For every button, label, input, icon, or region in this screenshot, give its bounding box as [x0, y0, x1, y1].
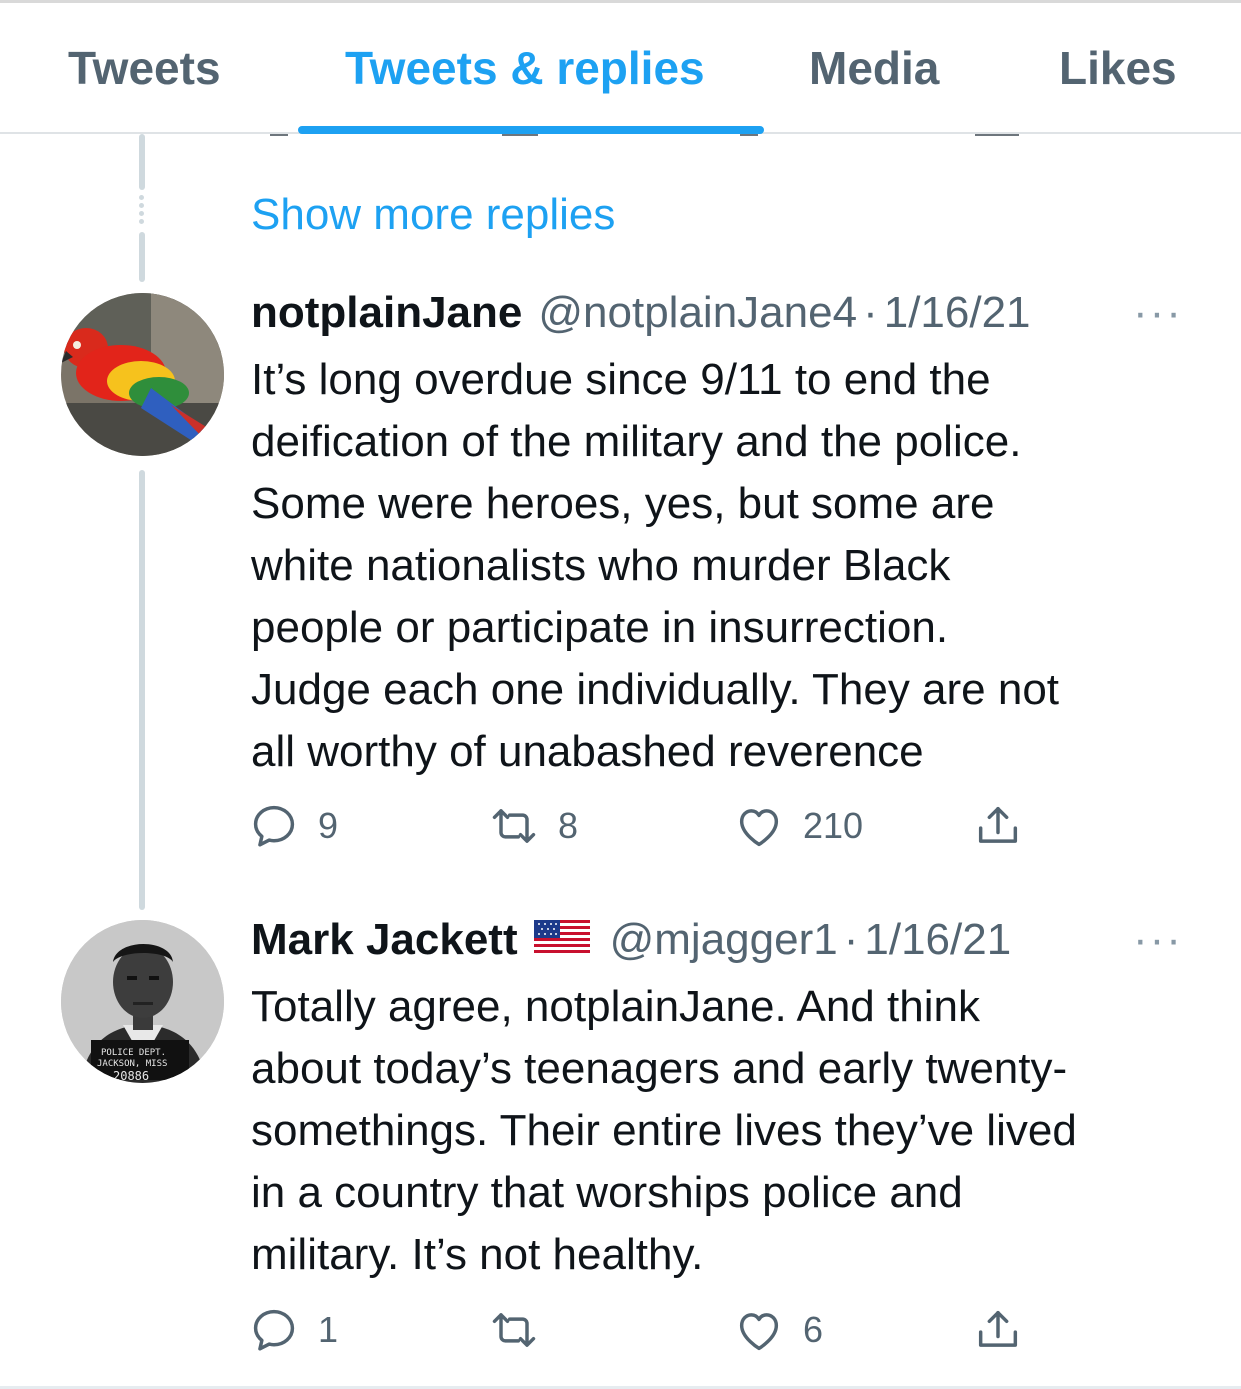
tweet-text-line: military. It’s not healthy. [251, 1230, 704, 1279]
tweet-text-line: people or participate in insurrection. [251, 603, 949, 652]
reply-count: 1 [318, 1309, 339, 1350]
heart-icon [739, 809, 779, 847]
retweet-icon [492, 809, 536, 843]
more-options-icon[interactable]: ··· [1133, 915, 1183, 965]
placard-line-1: POLICE DEPT. [101, 1048, 166, 1058]
reply-icon [253, 1309, 295, 1351]
placard-line-2: JACKSON, MISS [97, 1059, 167, 1069]
retweet-button[interactable]: 8 [488, 800, 578, 852]
tweet-actions: 1 6 [0, 1304, 1241, 1364]
tweet-header: notplainJane @notplainJane4 · 1/16/21 [251, 288, 1031, 338]
tweet-text-line: Totally agree, notplainJane. And think [251, 982, 980, 1031]
share-button[interactable] [972, 1304, 1024, 1356]
avatar[interactable]: POLICE DEPT. JACKSON, MISS 20886 [61, 920, 224, 1083]
handle[interactable]: @mjagger1 [610, 915, 838, 965]
profile-tabs: Tweets Tweets & replies Media Likes [0, 3, 1241, 134]
tweet-text-line: in a country that worships police and [251, 1168, 963, 1217]
handle[interactable]: @notplainJane4 [538, 288, 857, 338]
reply-button[interactable]: 1 [248, 1304, 338, 1356]
retweet-button[interactable] [488, 1304, 558, 1356]
tweet-text-line: all worthy of unabashed reverence [251, 727, 924, 776]
thread-line-top [139, 134, 145, 190]
tweet-text-line: white nationalists who murder Black [251, 541, 951, 590]
more-options-icon[interactable]: ··· [1133, 288, 1183, 338]
like-count: 210 [803, 805, 864, 846]
tweet-text-line: somethings. Their entire lives they’ve l… [251, 1106, 1077, 1155]
timestamp[interactable]: 1/16/21 [884, 288, 1031, 338]
tweet-actions: 9 8 210 [0, 800, 1241, 860]
tab-tweets-and-replies[interactable]: Tweets & replies [345, 41, 705, 95]
like-count: 6 [803, 1309, 824, 1350]
heart-icon [739, 1313, 779, 1351]
like-button[interactable]: 210 [733, 800, 863, 852]
separator: · [863, 288, 878, 337]
tweet-text-line: Some were heroes, yes, but some are [251, 479, 995, 528]
reply-button[interactable]: 9 [248, 800, 338, 852]
tweet-text-line: Judge each one individually. They are no… [251, 665, 1060, 714]
placard-line-3: 20886 [113, 1069, 149, 1083]
display-name[interactable]: Mark Jackett [251, 915, 518, 965]
share-icon [978, 806, 1018, 843]
thread-line-upper [139, 232, 145, 282]
display-name[interactable]: notplainJane [251, 288, 522, 338]
retweet-count: 8 [558, 805, 579, 846]
tweet-text-line: about today’s teenagers and early twenty… [251, 1044, 1068, 1093]
tweet-text: It’s long overdue since 9/11 to end the … [251, 349, 1201, 783]
active-tab-indicator [298, 126, 764, 134]
us-flag-icon [533, 915, 590, 965]
separator: · [843, 915, 859, 964]
share-button[interactable] [972, 800, 1024, 852]
tweet-header: Mark Jackett @mjagger1 · 1/16/21 [251, 915, 1011, 965]
mugshot-avatar-icon: POLICE DEPT. JACKSON, MISS 20886 [61, 920, 224, 1083]
avatar[interactable] [61, 293, 224, 456]
tweet-text: Totally agree, notplainJane. And think a… [251, 976, 1201, 1286]
parrot-avatar-icon [61, 293, 224, 456]
retweet-icon [492, 1313, 536, 1347]
tweet-text-line: deification of the military and the poli… [251, 417, 1022, 466]
thread-ellipsis [138, 195, 146, 227]
tab-likes[interactable]: Likes [1059, 41, 1177, 95]
tweet-text-line: It’s long overdue since 9/11 to end the [251, 355, 991, 404]
tab-tweets[interactable]: Tweets [68, 41, 221, 95]
share-icon [978, 1310, 1018, 1347]
reply-icon [253, 805, 295, 847]
timestamp[interactable]: 1/16/21 [864, 915, 1011, 965]
show-more-replies-link[interactable]: Show more replies [251, 190, 615, 240]
reply-count: 9 [318, 805, 339, 846]
tab-media[interactable]: Media [809, 41, 939, 95]
like-button[interactable]: 6 [733, 1304, 823, 1356]
